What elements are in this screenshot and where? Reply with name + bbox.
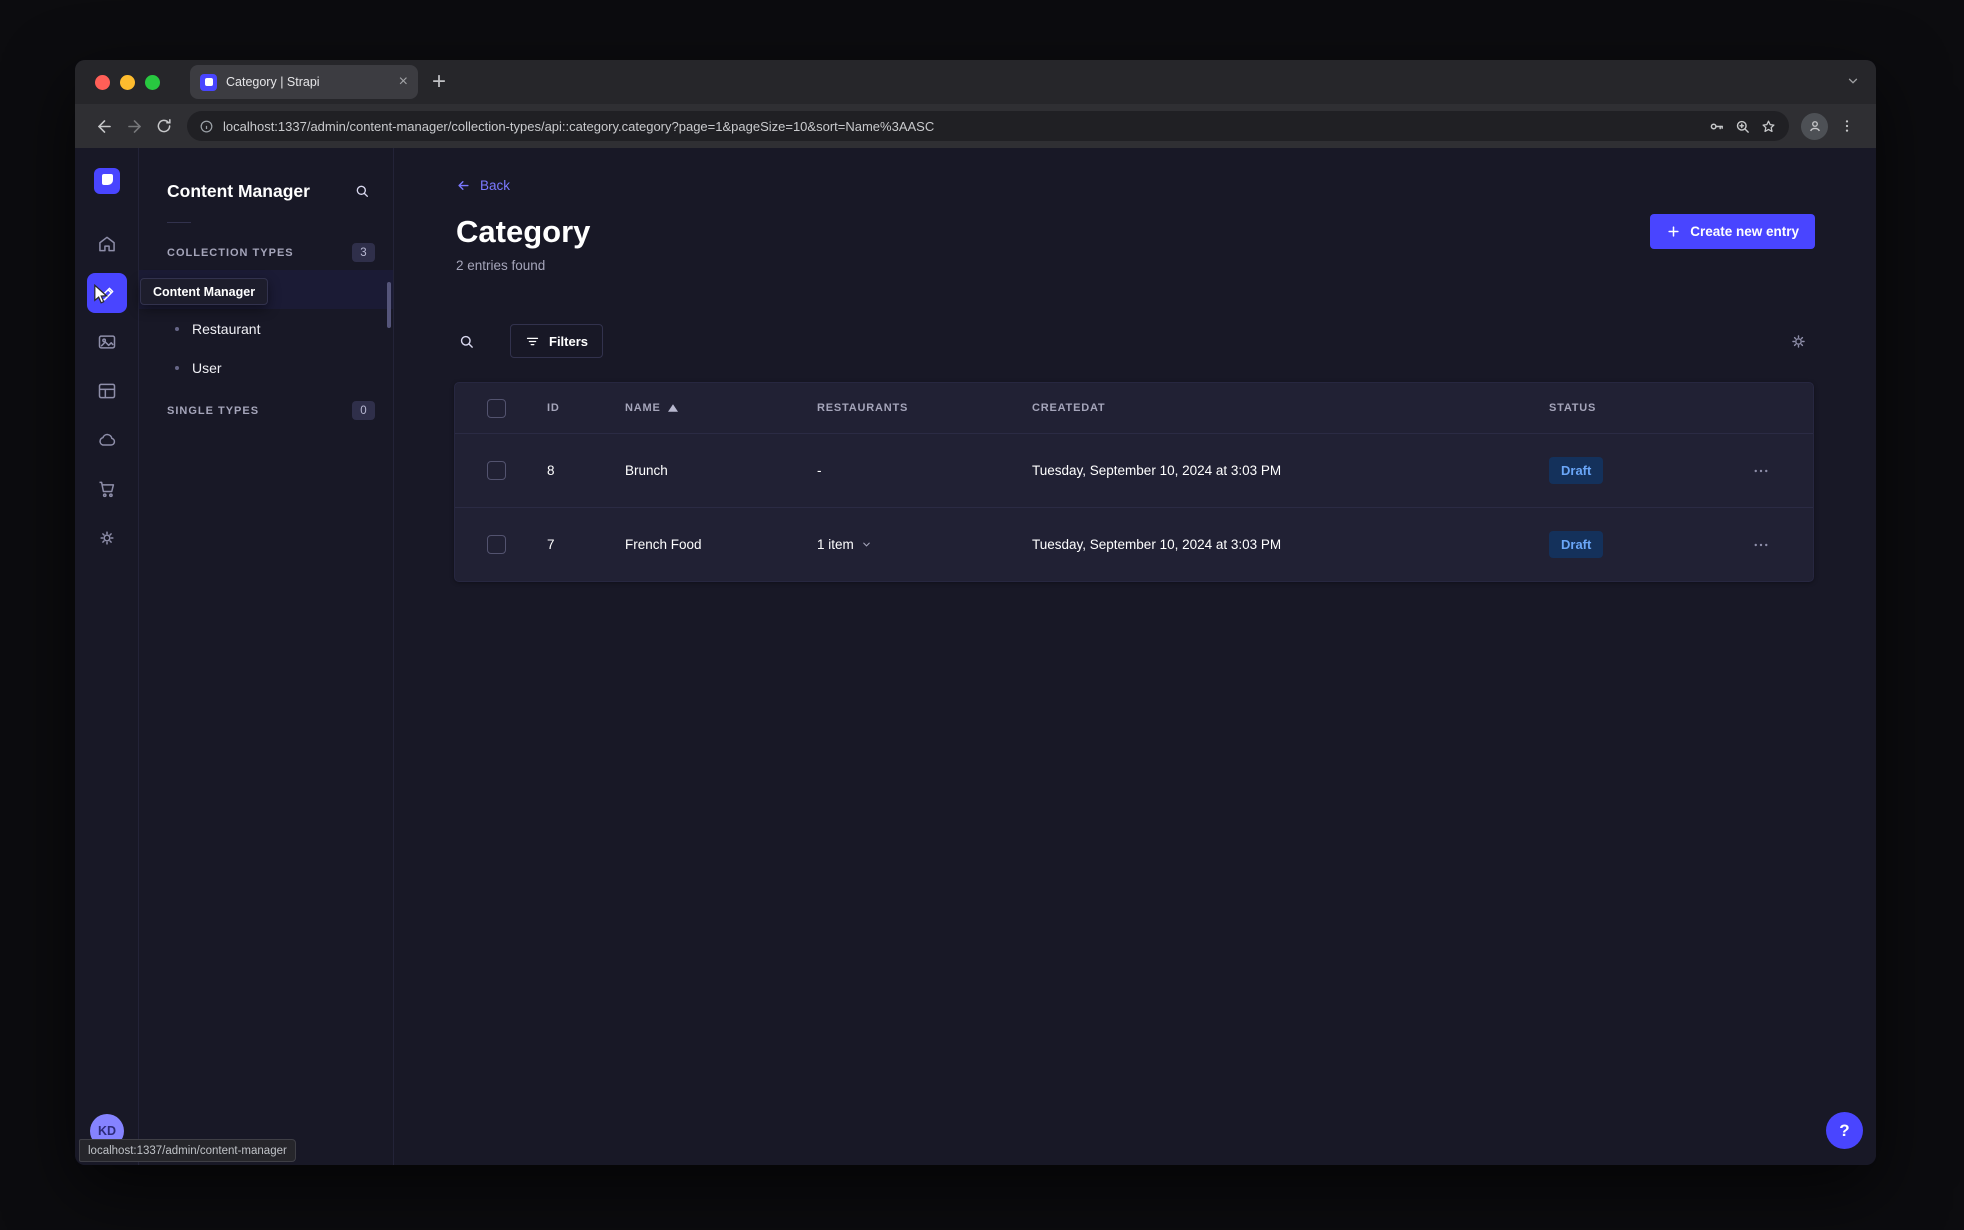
nav-marketplace-cart-icon[interactable] — [87, 469, 127, 509]
plus-icon — [1666, 224, 1681, 239]
back-nav-icon[interactable] — [89, 111, 119, 141]
entries-count: 2 entries found — [456, 258, 546, 273]
filter-icon — [525, 334, 540, 349]
minimize-window-button[interactable] — [120, 74, 135, 90]
nav-home-icon[interactable] — [87, 224, 127, 264]
cell-id: 7 — [547, 537, 555, 552]
url-bar[interactable]: localhost:1337/admin/content-manager/col… — [187, 111, 1789, 141]
column-header-status: STATUS — [1549, 402, 1597, 414]
row-checkbox[interactable] — [487, 461, 506, 480]
cell-id: 8 — [547, 463, 555, 478]
cell-createdat: Tuesday, September 10, 2024 at 3:03 PM — [1032, 463, 1282, 478]
column-header-restaurants: RESTAURANTS — [817, 402, 909, 414]
tab-close-icon[interactable]: × — [399, 74, 408, 90]
back-label: Back — [480, 178, 511, 193]
nav-content-type-builder-icon[interactable] — [87, 371, 127, 411]
password-key-icon[interactable] — [1708, 118, 1725, 135]
subnav-divider — [167, 222, 191, 223]
row-actions-icon[interactable] — [1752, 462, 1818, 480]
link-status-tooltip: localhost:1337/admin/content-manager — [79, 1139, 296, 1162]
bookmark-star-icon[interactable] — [1760, 118, 1777, 135]
new-tab-button[interactable]: + — [432, 70, 446, 94]
cell-restaurants[interactable]: 1 item — [817, 537, 1032, 552]
strapi-favicon — [200, 73, 217, 91]
window-controls — [95, 74, 160, 90]
sidebar-item-user[interactable]: User — [139, 348, 393, 387]
help-button[interactable]: ? — [1826, 1112, 1863, 1149]
browser-toolbar: localhost:1337/admin/content-manager/col… — [75, 104, 1876, 148]
cell-restaurants: - — [817, 463, 822, 478]
filters-button[interactable]: Filters — [510, 324, 604, 358]
view-settings-gear-icon[interactable] — [1784, 327, 1813, 356]
nav-settings-gear-icon[interactable] — [87, 518, 127, 558]
maximize-window-button[interactable] — [145, 74, 160, 90]
arrow-left-icon — [456, 178, 471, 193]
mouse-cursor — [93, 284, 109, 305]
close-window-button[interactable] — [95, 74, 110, 90]
create-new-entry-label: Create new entry — [1690, 224, 1799, 239]
column-header-id[interactable]: ID — [527, 402, 625, 414]
single-types-count-badge: 0 — [352, 401, 375, 420]
bullet-icon — [175, 365, 179, 370]
entries-table: ID NAME RESTAURANTS CREATEDAT STATUS 8 B… — [454, 382, 1814, 582]
chevron-down-icon — [861, 539, 872, 550]
select-all-checkbox[interactable] — [487, 398, 506, 418]
back-link[interactable]: Back — [456, 178, 510, 193]
info-icon[interactable] — [199, 119, 214, 134]
cell-name: French Food — [625, 537, 702, 552]
cell-name: Brunch — [625, 463, 668, 478]
collection-types-count-badge: 3 — [352, 243, 375, 262]
single-types-label: SINGLE TYPES — [167, 404, 260, 417]
content-manager-tooltip: Content Manager — [140, 278, 269, 305]
reload-icon[interactable] — [149, 111, 179, 141]
subnav-search-icon[interactable] — [347, 176, 377, 206]
subnav-scrollbar-thumb[interactable] — [387, 282, 391, 328]
create-new-entry-button[interactable]: Create new entry — [1650, 214, 1815, 249]
tab-strip: Category | Strapi × + — [75, 60, 1876, 104]
sort-ascending-icon — [667, 404, 678, 412]
zoom-icon[interactable] — [1734, 118, 1751, 135]
sidebar-item-label: User — [192, 359, 222, 376]
strapi-app: KD Content Manager COLLECTION TYPES 3 Ca… — [75, 148, 1876, 1165]
status-badge: Draft — [1549, 457, 1604, 484]
browser-tab[interactable]: Category | Strapi × — [190, 65, 418, 99]
browser-menu-icon[interactable] — [1832, 111, 1862, 141]
table-search-icon[interactable] — [452, 327, 480, 355]
collection-types-label: COLLECTION TYPES — [167, 246, 294, 259]
row-checkbox[interactable] — [487, 535, 506, 554]
cell-createdat: Tuesday, September 10, 2024 at 3:03 PM — [1032, 537, 1282, 552]
profile-avatar-icon[interactable] — [1801, 112, 1828, 140]
sidebar-item-label: Restaurant — [192, 320, 261, 337]
filters-label: Filters — [549, 333, 589, 349]
sidebar-item-restaurant[interactable]: Restaurant — [139, 309, 393, 348]
bullet-icon — [175, 326, 179, 331]
tab-title: Category | Strapi — [226, 75, 320, 89]
tab-search-chevron-icon[interactable] — [1846, 74, 1860, 88]
table-row[interactable]: 8 Brunch - Tuesday, September 10, 2024 a… — [455, 433, 1813, 507]
column-header-name[interactable]: NAME — [625, 402, 817, 414]
forward-nav-icon[interactable] — [119, 111, 149, 141]
browser-window: Category | Strapi × + localhost:1337/adm… — [75, 60, 1876, 1165]
main-content: Back Category 2 entries found Create new… — [394, 148, 1876, 1165]
url-text[interactable]: localhost:1337/admin/content-manager/col… — [223, 119, 1699, 134]
nav-deploy-cloud-icon[interactable] — [87, 420, 127, 460]
status-badge: Draft — [1549, 531, 1604, 558]
table-row[interactable]: 7 French Food 1 item Tuesday, September … — [455, 507, 1813, 581]
page-title: Category — [456, 214, 591, 249]
row-actions-icon[interactable] — [1752, 536, 1818, 554]
column-header-createdat: CREATEDAT — [1032, 402, 1106, 414]
nav-media-library-icon[interactable] — [87, 322, 127, 362]
subnav-title: Content Manager — [167, 180, 310, 201]
table-header-row: ID NAME RESTAURANTS CREATEDAT STATUS — [455, 383, 1813, 433]
strapi-logo[interactable] — [94, 168, 120, 194]
